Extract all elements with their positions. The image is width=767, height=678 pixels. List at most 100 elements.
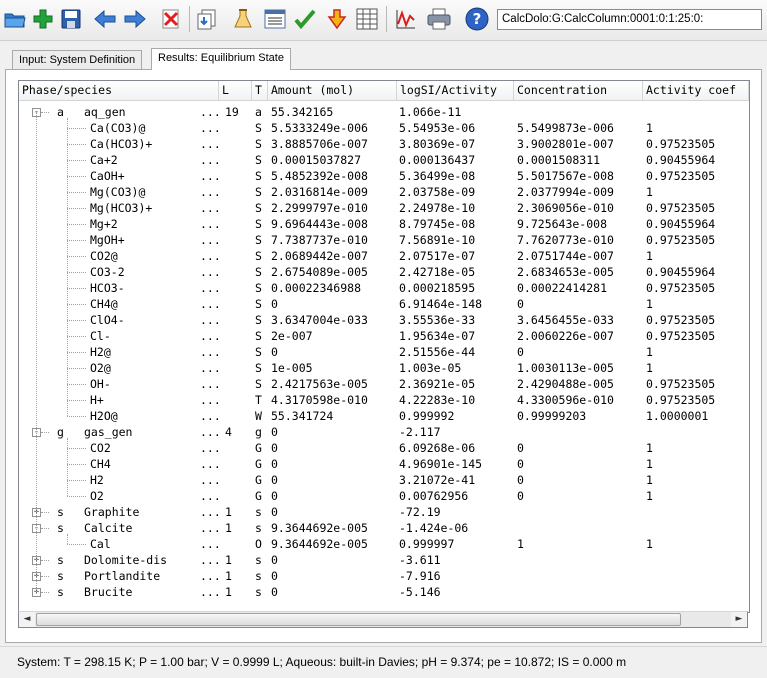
check-icon[interactable] bbox=[292, 6, 318, 32]
tree-row-species[interactable]: CO2@... S 2.0689442e-007 2.07517e-07 2.07517… bbox=[19, 248, 749, 264]
add-icon[interactable] bbox=[30, 6, 56, 32]
tree-connector bbox=[67, 288, 86, 289]
graph-icon[interactable] bbox=[393, 6, 419, 32]
cell-amount: 9.6964443e-008 bbox=[271, 217, 368, 231]
row-ellipsis: ... bbox=[200, 249, 218, 263]
tree-connector bbox=[67, 438, 68, 496]
tree-row-species[interactable]: CO3-2... S 2.6754089e-005 2.42718e-05 2.6834… bbox=[19, 264, 749, 280]
row-ellipsis: ... bbox=[200, 473, 218, 487]
phase-name-gas-gen: gas_gen bbox=[84, 425, 133, 439]
cell-t: S bbox=[255, 121, 262, 135]
tree-connector bbox=[41, 560, 49, 561]
tree-connector bbox=[67, 272, 86, 273]
tree-row-species[interactable]: OH-... S 2.4217563e-005 2.36921e-05 2.429048… bbox=[19, 376, 749, 392]
flask-icon[interactable] bbox=[230, 6, 256, 32]
print-icon[interactable] bbox=[426, 6, 452, 32]
species-name-caoh: CaOH+ bbox=[90, 169, 125, 183]
column-header-l[interactable]: L bbox=[219, 81, 252, 101]
tree-row-species[interactable]: Mg(HCO3)+... S 2.2999797e-010 2.24978e-10 2.… bbox=[19, 200, 749, 216]
cell-t: G bbox=[255, 489, 262, 503]
scroll-left-button[interactable]: ◄ bbox=[19, 612, 35, 627]
tree-row-species[interactable]: CO2...G06.09268e-0601 bbox=[19, 440, 749, 456]
cell-logsi: 6.09268e-06 bbox=[399, 441, 476, 455]
calculate-icon[interactable] bbox=[324, 6, 350, 32]
tree-row-species[interactable]: HCO3-... S 0.00022346988 0.000218595 0.00022… bbox=[19, 280, 749, 296]
tree-connector bbox=[41, 592, 49, 593]
tree-connector bbox=[67, 240, 86, 241]
tree-connector bbox=[67, 118, 68, 416]
help-icon[interactable]: ? bbox=[464, 6, 490, 32]
tree-row-phase[interactable]: +sPortlandite...1s0-7.916 bbox=[19, 568, 749, 584]
scroll-right-button[interactable]: ► bbox=[731, 612, 747, 627]
cell-logsi: 0.999992 bbox=[399, 409, 455, 423]
column-header-row: Phase/species L T Amount (mol) logSI/Act… bbox=[19, 81, 749, 102]
column-header-logsi-activity[interactable]: logSI/Activity bbox=[397, 81, 514, 101]
delete-icon[interactable] bbox=[158, 6, 184, 32]
cell-amount: 5.4852392e-008 bbox=[271, 169, 368, 183]
column-header-activity-coef[interactable]: Activity coef bbox=[643, 81, 749, 101]
back-arrow-icon[interactable] bbox=[92, 6, 118, 32]
tree-connector bbox=[67, 352, 86, 353]
tree-connector bbox=[41, 576, 49, 577]
address-field[interactable]: CalcDolo:G:CalcColumn:0001:0:1:25:0: bbox=[497, 9, 762, 30]
tree-row-species[interactable]: Ca(HCO3)+... S 3.8885706e-007 3.80369e-07 3.… bbox=[19, 136, 749, 152]
species-name-cl: Cl- bbox=[90, 329, 111, 343]
cell-conc: 0 bbox=[517, 457, 524, 471]
open-folder-icon[interactable] bbox=[2, 6, 28, 32]
cell-logsi: 6.91464e-148 bbox=[399, 297, 483, 311]
tree-row-species[interactable]: ClO4-... S 3.6347004e-033 3.55536e-33 3.6456… bbox=[19, 312, 749, 328]
column-header-t[interactable]: T bbox=[252, 81, 268, 101]
forward-arrow-icon[interactable] bbox=[122, 6, 148, 32]
cell-logsi: 0.999997 bbox=[399, 537, 455, 551]
tree-row-species[interactable]: O2@... S 1e-005 1.003e-05 1.0030113e-005 1 bbox=[19, 360, 749, 376]
tree-row-species[interactable]: H2...G03.21072e-4101 bbox=[19, 472, 749, 488]
cell-amount: 0 bbox=[271, 425, 278, 439]
tree-row-species[interactable]: Cl-... S 2e-007 1.95634e-07 2.0060226e-007 0.… bbox=[19, 328, 749, 344]
column-header-amount[interactable]: Amount (mol) bbox=[268, 81, 397, 101]
tree-connector bbox=[67, 448, 86, 449]
cell-coef: 1 bbox=[646, 361, 653, 375]
tree-row-phase[interactable]: -aaq_gen...19a55.3421651.066e-11 bbox=[19, 104, 749, 120]
row-ellipsis: ... bbox=[200, 393, 218, 407]
tree-row-phase[interactable]: +sBrucite...1s0-5.146 bbox=[19, 584, 749, 600]
horizontal-scrollbar[interactable]: ◄ ► bbox=[18, 611, 748, 628]
phase-name-brucite: Brucite bbox=[84, 585, 133, 599]
phase-type-label: s bbox=[57, 505, 64, 519]
import-icon[interactable] bbox=[194, 6, 220, 32]
cell-logsi: 1.066e-11 bbox=[399, 105, 462, 119]
tab-results-equilibrium-state[interactable]: Results: Equilibrium State bbox=[151, 48, 291, 70]
cell-t: S bbox=[255, 361, 262, 375]
tree-row-species[interactable]: H2O@... W 55.341724 0.999992 0.99999203 1.000… bbox=[19, 408, 749, 424]
tree-connector bbox=[67, 160, 86, 161]
tree-row-species[interactable]: H+... T 4.3170598e-010 4.22283e-10 4.3300596… bbox=[19, 392, 749, 408]
column-header-concentration[interactable]: Concentration bbox=[514, 81, 643, 101]
tree-row-species[interactable]: Mg(CO3)@... S 2.0316814e-009 2.03758e-09 2.0… bbox=[19, 184, 749, 200]
list-icon[interactable] bbox=[262, 6, 288, 32]
tree-row-species[interactable]: MgOH+... S 7.7387737e-010 7.56891e-10 7.7620… bbox=[19, 232, 749, 248]
toolbar: ? CalcDolo:G:CalcColumn:0001:0:1:25:0: bbox=[0, 0, 767, 41]
tree-row-phase[interactable]: +sGraphite...1s0-72.19 bbox=[19, 504, 749, 520]
tree-row-species[interactable]: O2...G00.0076295601 bbox=[19, 488, 749, 504]
row-ellipsis: ... bbox=[200, 217, 218, 231]
tree-row-species[interactable]: CH4@...S06.91464e-14801 bbox=[19, 296, 749, 312]
tree-row-phase[interactable]: -ggas_gen...4g0-2.117 bbox=[19, 424, 749, 440]
tree-row-species[interactable]: Mg+2... S 9.6964443e-008 8.79745e-08 9.72564… bbox=[19, 216, 749, 232]
tree-row-species[interactable]: Cal... O 9.3644692e-005 0.999997 1 1 bbox=[19, 536, 749, 552]
table-icon[interactable] bbox=[354, 6, 380, 32]
tree-row-species[interactable]: Ca+2... S 0.00015037827 0.000136437 0.000150… bbox=[19, 152, 749, 168]
tree-row-species[interactable]: CH4...G04.96901e-14501 bbox=[19, 456, 749, 472]
cell-conc: 0.00022414281 bbox=[517, 281, 608, 295]
results-tree-grid[interactable]: Phase/species L T Amount (mol) logSI/Act… bbox=[18, 80, 750, 613]
column-header-phase-species[interactable]: Phase/species bbox=[19, 81, 219, 101]
tree-row-species[interactable]: Ca(CO3)@... S 5.5333249e-006 5.54953e-06 5.5… bbox=[19, 120, 749, 136]
tree-row-phase[interactable]: -sCalcite...1s9.3644692e-005-1.424e-06 bbox=[19, 520, 749, 536]
scroll-thumb[interactable] bbox=[36, 613, 681, 626]
tree-row-phase[interactable]: +sDolomite-dis...1s0-3.611 bbox=[19, 552, 749, 568]
cell-coef: 1 bbox=[646, 121, 653, 135]
tree-row-species[interactable]: CaOH+... S 5.4852392e-008 5.36499e-08 5.5017… bbox=[19, 168, 749, 184]
tab-input-system-definition[interactable]: Input: System Definition bbox=[12, 50, 143, 69]
cell-logsi: 0.000136437 bbox=[399, 153, 476, 167]
cell-logsi: 2.36921e-05 bbox=[399, 377, 476, 391]
tree-row-species[interactable]: H2@...S02.51556e-4401 bbox=[19, 344, 749, 360]
save-icon[interactable] bbox=[58, 6, 84, 32]
